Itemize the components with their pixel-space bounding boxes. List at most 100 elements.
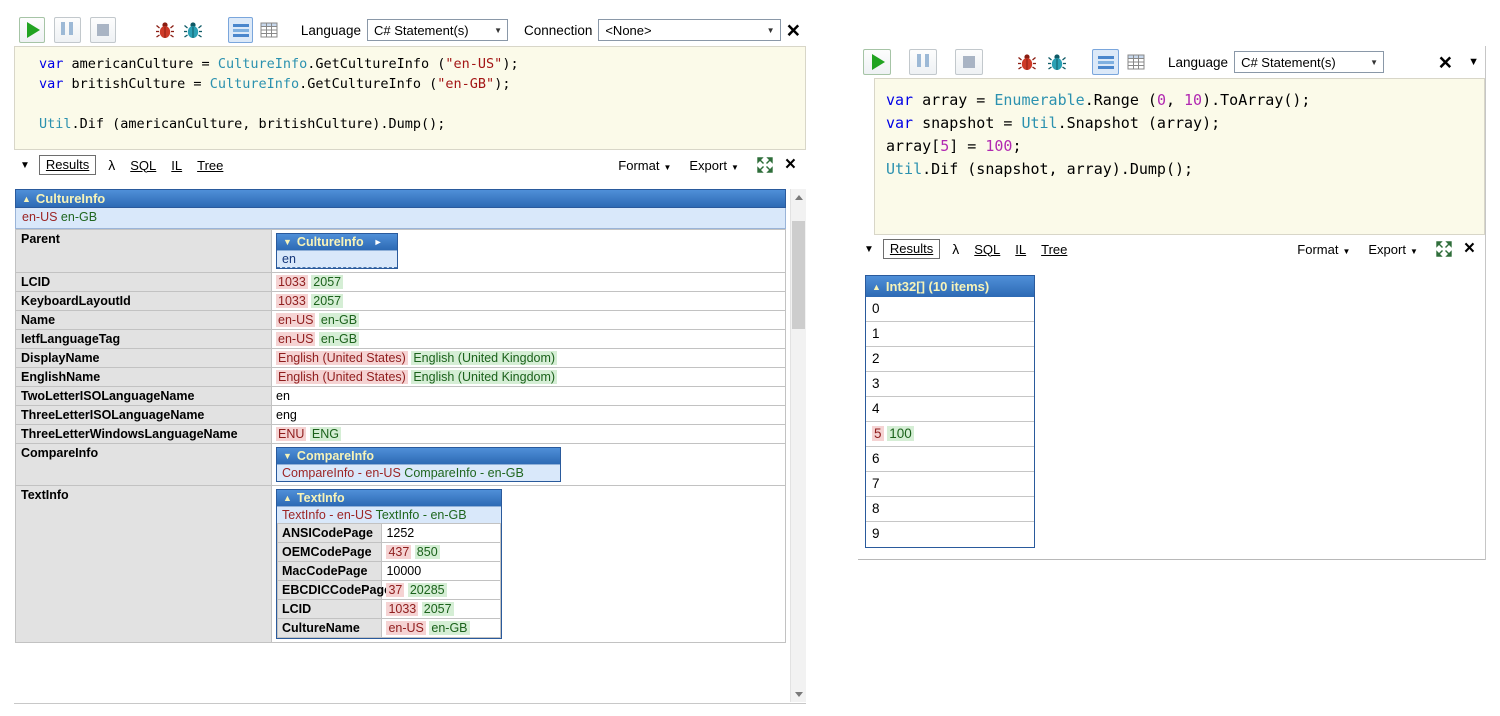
attach-debugger-button[interactable] xyxy=(180,17,206,43)
export-menu[interactable]: Export▼ xyxy=(1368,242,1418,257)
datagrid-icon xyxy=(260,21,278,39)
richtext-results-button[interactable] xyxy=(228,17,254,43)
code-line[interactable]: array[5] = 100; xyxy=(886,135,1480,158)
collapse-results-button[interactable]: ▼ xyxy=(20,160,30,171)
vertical-scrollbar[interactable] xyxy=(790,189,806,702)
nested-type-header[interactable]: ▲TextInfo xyxy=(277,490,501,506)
language-dropdown[interactable]: C# Statement(s) ▼ xyxy=(367,19,508,41)
row-label: MacCodePage xyxy=(278,562,382,581)
scrollbar-down-button[interactable] xyxy=(791,686,806,702)
teal-bug-icon xyxy=(183,20,203,40)
code-token: snapshot = xyxy=(913,114,1021,132)
code-line[interactable]: var array = Enumerable.Range (0, 10).ToA… xyxy=(886,89,1480,112)
collapse-results-button[interactable]: ▼ xyxy=(864,244,874,255)
left-toolbar: Language C# Statement(s) ▼ Connection <N… xyxy=(14,14,806,46)
results-bar: ▼ Results λ SQL IL Tree Format▼ Export▼ … xyxy=(14,150,806,180)
code-line[interactable]: var americanCulture = CultureInfo.GetCul… xyxy=(39,54,801,74)
richtext-results-button[interactable] xyxy=(1092,49,1119,75)
nested-row: OEMCodePage437 850 xyxy=(278,543,501,562)
teal-bug-icon xyxy=(1047,52,1067,72)
row-label: TwoLetterISOLanguageName xyxy=(16,387,272,406)
close-results-button[interactable]: × xyxy=(1462,240,1477,258)
array-results-grid: ▲Int32[] (10 items)012345 1006789 xyxy=(865,275,1035,548)
diff-new-value: 2057 xyxy=(311,294,343,308)
tab-il[interactable]: IL xyxy=(1015,242,1026,257)
row-label: CultureName xyxy=(278,619,382,638)
tab-results[interactable]: Results xyxy=(883,239,940,259)
execute-button[interactable] xyxy=(863,49,891,75)
diff-old-value: en-US xyxy=(386,621,425,635)
debug-button[interactable] xyxy=(1013,49,1040,75)
code-token: .Dif (snapshot, array).Dump(); xyxy=(922,160,1193,178)
scrollbar-up-button[interactable] xyxy=(791,189,806,205)
code-editor[interactable]: var array = Enumerable.Range (0, 10).ToA… xyxy=(874,78,1485,235)
red-bug-icon xyxy=(1017,52,1037,72)
pause-button[interactable] xyxy=(54,17,80,43)
datagrid-results-button[interactable] xyxy=(256,17,282,43)
stop-button[interactable] xyxy=(90,17,116,43)
tab-sql[interactable]: SQL xyxy=(130,158,156,173)
row-label: CompareInfo xyxy=(16,444,272,486)
tab-sql[interactable]: SQL xyxy=(974,242,1000,257)
language-dropdown[interactable]: C# Statement(s) ▼ xyxy=(1234,51,1384,73)
code-token: ); xyxy=(502,56,518,72)
code-token: "en-GB" xyxy=(437,76,494,92)
execute-button[interactable] xyxy=(19,17,45,43)
tab-tree[interactable]: Tree xyxy=(197,158,223,173)
diff-old-value: 437 xyxy=(386,545,411,559)
grid-type-header[interactable]: ▲CultureInfo xyxy=(15,189,786,208)
tab-lambda[interactable]: λ xyxy=(952,241,959,257)
panel-options-chevron[interactable]: ▼ xyxy=(1468,56,1479,68)
pause-icon xyxy=(59,22,75,38)
expand-link-icon[interactable]: ► xyxy=(374,237,383,247)
undock-results-button[interactable] xyxy=(757,157,773,173)
tab-tree[interactable]: Tree xyxy=(1041,242,1067,257)
grid-type-header[interactable]: ▲Int32[] (10 items) xyxy=(866,276,1034,297)
export-menu[interactable]: Export▼ xyxy=(689,158,739,173)
diff-new-value: ENG xyxy=(310,427,341,441)
left-query-panel: Language C# Statement(s) ▼ Connection <N… xyxy=(14,14,806,704)
datagrid-results-button[interactable] xyxy=(1122,49,1149,75)
array-item-row: 5 100 xyxy=(866,422,1034,447)
diff-new-value: 2057 xyxy=(422,602,454,616)
close-query-button[interactable]: × xyxy=(781,19,806,41)
right-query-panel: Language C# Statement(s) ▼ × ▼ var array… xyxy=(858,46,1486,560)
code-line[interactable]: Util.Dif (americanCulture, britishCultur… xyxy=(39,114,801,134)
nested-type-header[interactable]: ▼CultureInfo► xyxy=(277,234,397,250)
diff-new-value: English (United Kingdom) xyxy=(411,370,557,384)
code-line[interactable]: var snapshot = Util.Snapshot (array); xyxy=(886,112,1480,135)
code-line[interactable]: var britishCulture = CultureInfo.GetCult… xyxy=(39,74,801,94)
undock-results-button[interactable] xyxy=(1436,241,1452,257)
format-menu[interactable]: Format▼ xyxy=(618,158,671,173)
grid-row: ThreeLetterWindowsLanguageNameENU ENG xyxy=(16,425,786,444)
code-token: var xyxy=(886,114,913,132)
row-label: IetfLanguageTag xyxy=(16,330,272,349)
code-token: array[ xyxy=(886,137,940,155)
nested-type-header[interactable]: ▼CompareInfo xyxy=(277,448,560,464)
code-token: .Snapshot (array); xyxy=(1058,114,1221,132)
scrollbar-thumb[interactable] xyxy=(792,221,805,329)
attach-debugger-button[interactable] xyxy=(1043,49,1070,75)
close-query-button[interactable]: × xyxy=(1433,51,1458,73)
diff-old-value: English (United States) xyxy=(276,370,408,384)
debug-button[interactable] xyxy=(152,17,178,43)
code-editor[interactable]: var americanCulture = CultureInfo.GetCul… xyxy=(14,46,806,150)
sort-arrow-icon: ▲ xyxy=(283,493,292,503)
grid-row: KeyboardLayoutId1033 2057 xyxy=(16,292,786,311)
diff-old-label: en-US xyxy=(22,210,57,224)
tab-results[interactable]: Results xyxy=(39,155,96,175)
nested-row: CultureNameen-US en-GB xyxy=(278,619,501,638)
tab-lambda[interactable]: λ xyxy=(108,157,115,173)
tab-il[interactable]: IL xyxy=(171,158,182,173)
close-results-button[interactable]: × xyxy=(783,156,798,174)
code-token: .GetCultureInfo ( xyxy=(307,56,445,72)
row-label: Name xyxy=(16,311,272,330)
code-line[interactable] xyxy=(39,94,801,114)
array-item-row: 9 xyxy=(866,522,1034,547)
nested-row: EBCDICCodePage37 20285 xyxy=(278,581,501,600)
connection-dropdown[interactable]: <None> ▼ xyxy=(598,19,780,41)
code-line[interactable]: Util.Dif (snapshot, array).Dump(); xyxy=(886,158,1480,181)
format-menu[interactable]: Format▼ xyxy=(1297,242,1350,257)
pause-button[interactable] xyxy=(909,49,937,75)
stop-button[interactable] xyxy=(955,49,983,75)
